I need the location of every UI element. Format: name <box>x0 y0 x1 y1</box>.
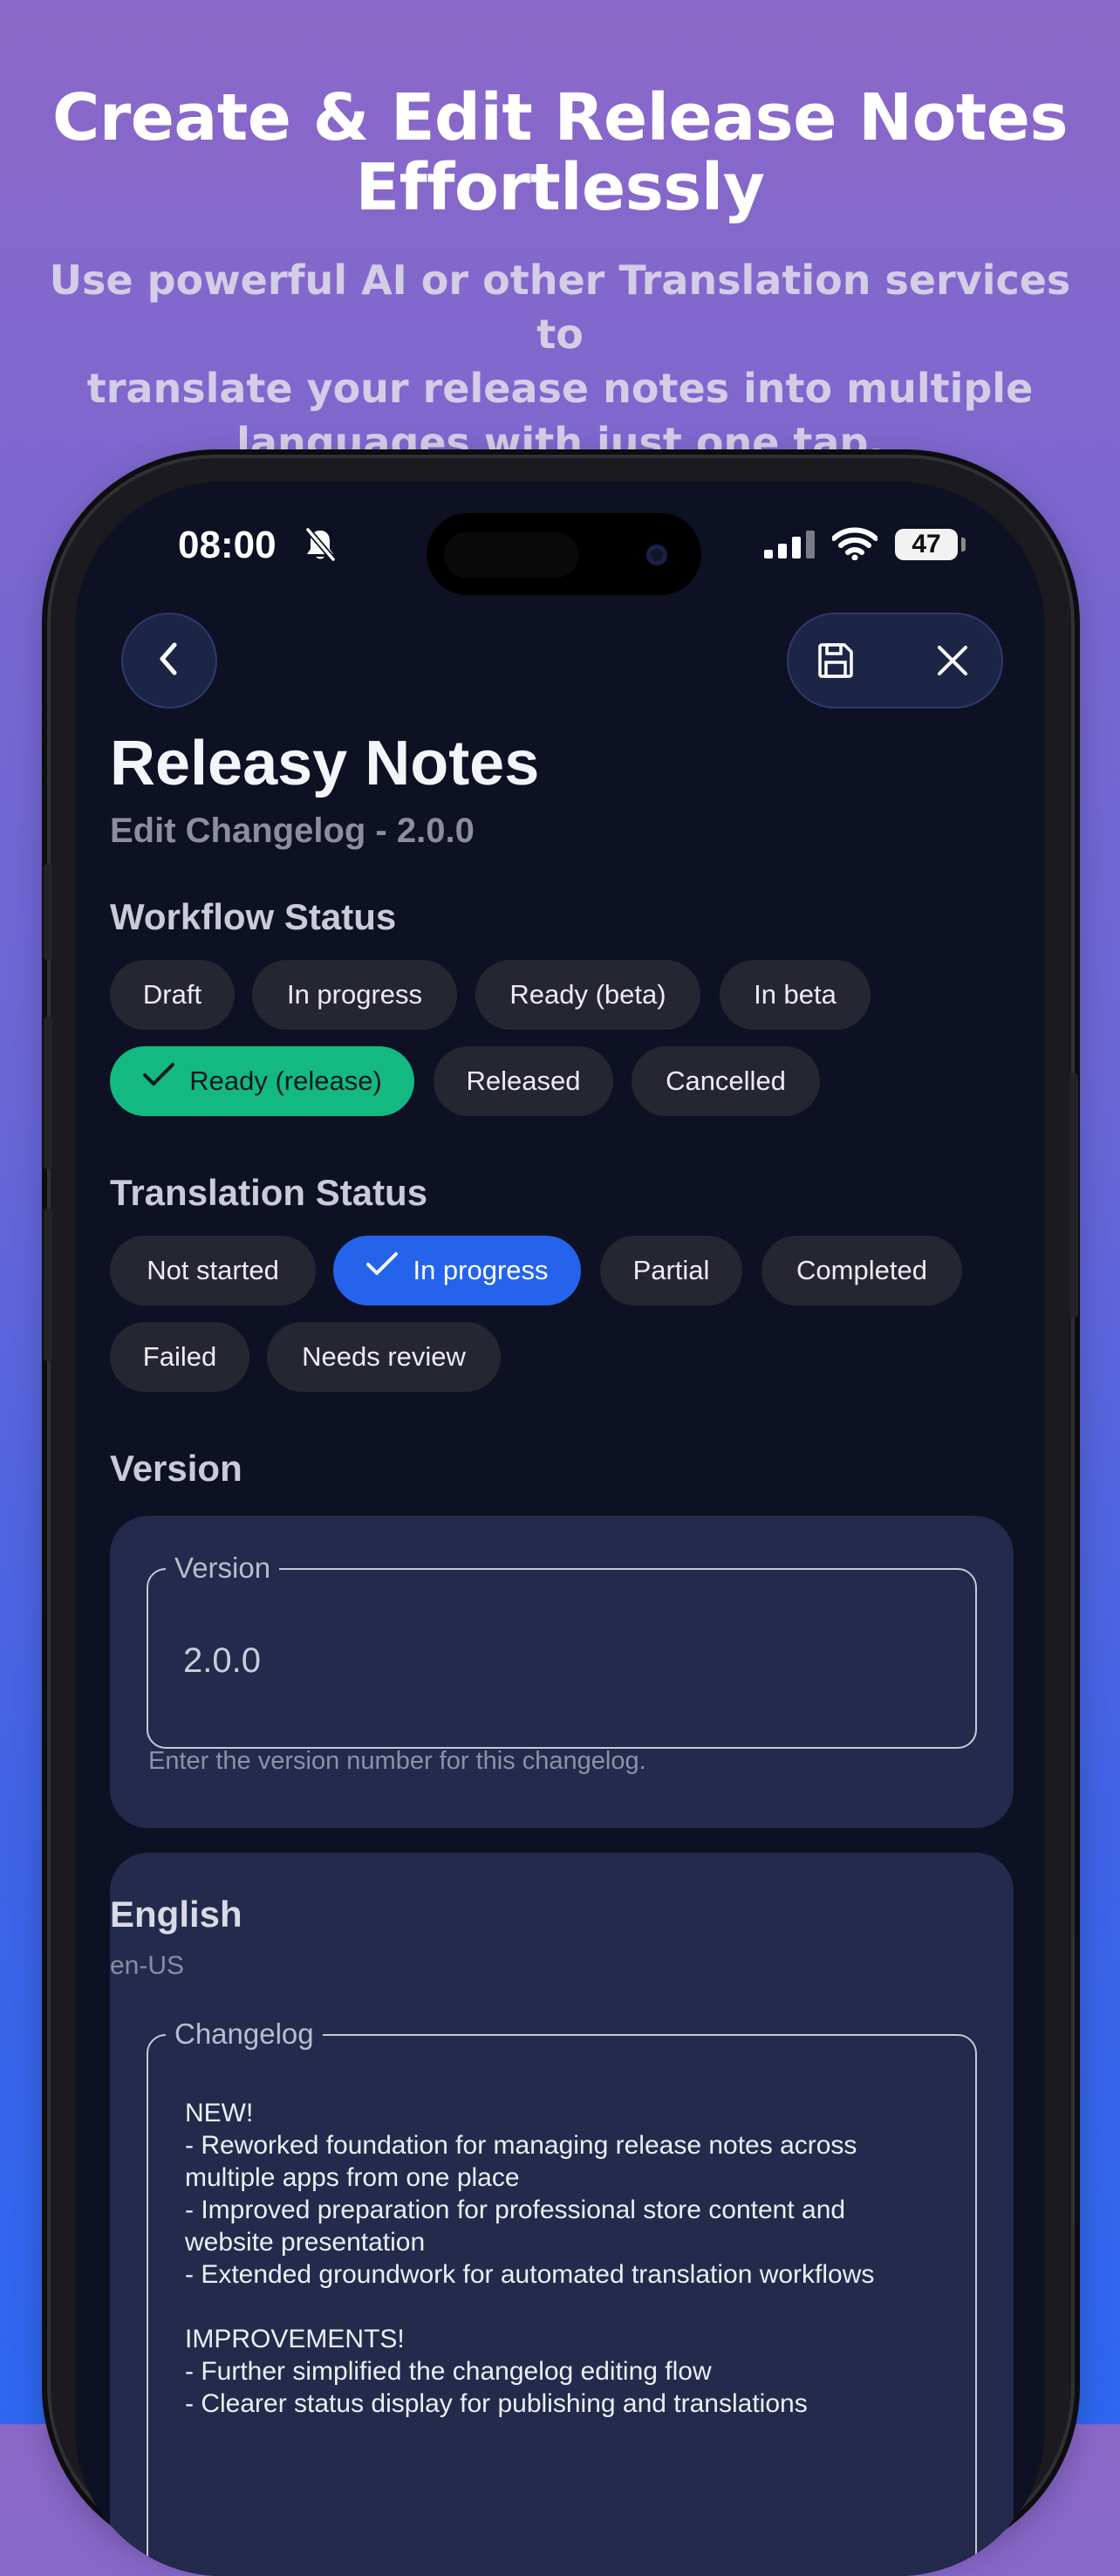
version-field[interactable]: Version 2.0.0 <box>147 1549 977 1749</box>
language-code: en-US <box>110 1951 185 1980</box>
version-card: Version 2.0.0 <box>110 1516 1014 1828</box>
phone-screen: 08:00 47 Releasy Notes Edit Changelog - … <box>75 482 1045 2576</box>
phone-power-button <box>1069 1073 1078 1318</box>
wifi-icon <box>831 527 878 565</box>
translation-chip-partial[interactable]: Partial <box>600 1236 742 1305</box>
battery-icon: 47 <box>895 529 958 560</box>
close-icon <box>935 643 970 682</box>
workflow-status-heading: Workflow Status <box>110 896 397 937</box>
chip-label: In beta <box>754 979 837 1010</box>
phone-volume-down <box>44 1209 52 1361</box>
workflow-chip-ready-release[interactable]: Ready (release) <box>110 1046 414 1116</box>
translation-chip-completed[interactable]: Completed <box>761 1236 962 1305</box>
chip-label: Cancelled <box>666 1065 786 1096</box>
check-icon <box>365 1234 399 1304</box>
version-heading: Version <box>110 1448 242 1489</box>
workflow-chip-released[interactable]: Released <box>434 1046 613 1116</box>
chip-label: Released <box>466 1065 581 1096</box>
chip-label: In progress <box>286 979 423 1010</box>
chip-label: Partial <box>632 1255 710 1285</box>
chip-label: Ready (release) <box>189 1065 382 1096</box>
translation-chip-in-progress[interactable]: In progress <box>333 1236 581 1305</box>
check-icon <box>142 1045 175 1114</box>
workflow-chip-in-progress[interactable]: In progress <box>252 960 457 1030</box>
promo-subtitle-line-2: translate your release notes into multip… <box>86 365 1034 412</box>
promo-title: Create & Edit Release Notes Effortlessly <box>0 83 1120 223</box>
toolbar-actions <box>787 613 1003 709</box>
chevron-left-icon <box>152 640 187 682</box>
workflow-chip-in-beta[interactable]: In beta <box>720 960 871 1030</box>
chip-label: Draft <box>142 979 202 1010</box>
workflow-chip-ready-beta[interactable]: Ready (beta) <box>475 960 700 1030</box>
version-input[interactable]: 2.0.0 <box>183 1641 261 1681</box>
translation-chip-failed[interactable]: Failed <box>110 1322 249 1392</box>
workflow-chip-draft[interactable]: Draft <box>110 960 235 1030</box>
phone-side-button <box>44 864 52 960</box>
dynamic-island <box>427 513 701 595</box>
save-icon <box>816 641 855 684</box>
promo-title-line-1: Create & Edit Release Notes <box>51 80 1069 155</box>
translation-status-heading: Translation Status <box>110 1172 428 1213</box>
version-field-label: Version <box>166 1549 280 1587</box>
translation-chip-needs-review[interactable]: Needs review <box>267 1322 501 1392</box>
changelog-field[interactable]: Changelog NEW! - Reworked foundation for… <box>147 2015 977 2576</box>
island-sensor <box>444 532 578 578</box>
chip-label: Not started <box>147 1255 279 1285</box>
back-button[interactable] <box>121 613 217 709</box>
battery-tip <box>961 538 966 552</box>
chip-label: Completed <box>796 1255 927 1285</box>
translation-chip-not-started[interactable]: Not started <box>110 1236 316 1305</box>
chip-label: In progress <box>413 1255 549 1285</box>
workflow-chip-cancelled[interactable]: Cancelled <box>632 1046 820 1116</box>
page-subtitle: Edit Changelog - 2.0.0 <box>110 812 475 850</box>
language-name: English <box>110 1894 242 1935</box>
changelog-textarea[interactable]: NEW! - Reworked foundation for managing … <box>185 2097 970 2420</box>
promo-subtitle-line-1: Use powerful AI or other Translation ser… <box>49 257 1071 358</box>
changelog-field-label: Changelog <box>166 2015 323 2053</box>
status-bar: 08:00 47 <box>75 482 1045 595</box>
promo-title-line-2: Effortlessly <box>355 150 765 225</box>
signal-icon <box>764 531 818 563</box>
language-card-english: Changelog NEW! - Reworked foundation for… <box>110 1853 1014 2576</box>
page-title: Releasy Notes <box>110 729 540 798</box>
bell-slash-icon <box>304 527 337 566</box>
version-helper-text: Enter the version number for this change… <box>148 1747 646 1775</box>
chip-label: Failed <box>142 1341 217 1372</box>
promo-subtitle: Use powerful AI or other Translation ser… <box>35 253 1085 469</box>
close-button[interactable] <box>928 638 977 687</box>
phone-volume-up <box>44 1017 52 1169</box>
status-time: 08:00 <box>178 524 277 566</box>
chip-label: Needs review <box>302 1341 466 1372</box>
front-camera <box>646 545 667 565</box>
chip-label: Ready (beta) <box>509 979 666 1010</box>
save-button[interactable] <box>811 638 860 687</box>
